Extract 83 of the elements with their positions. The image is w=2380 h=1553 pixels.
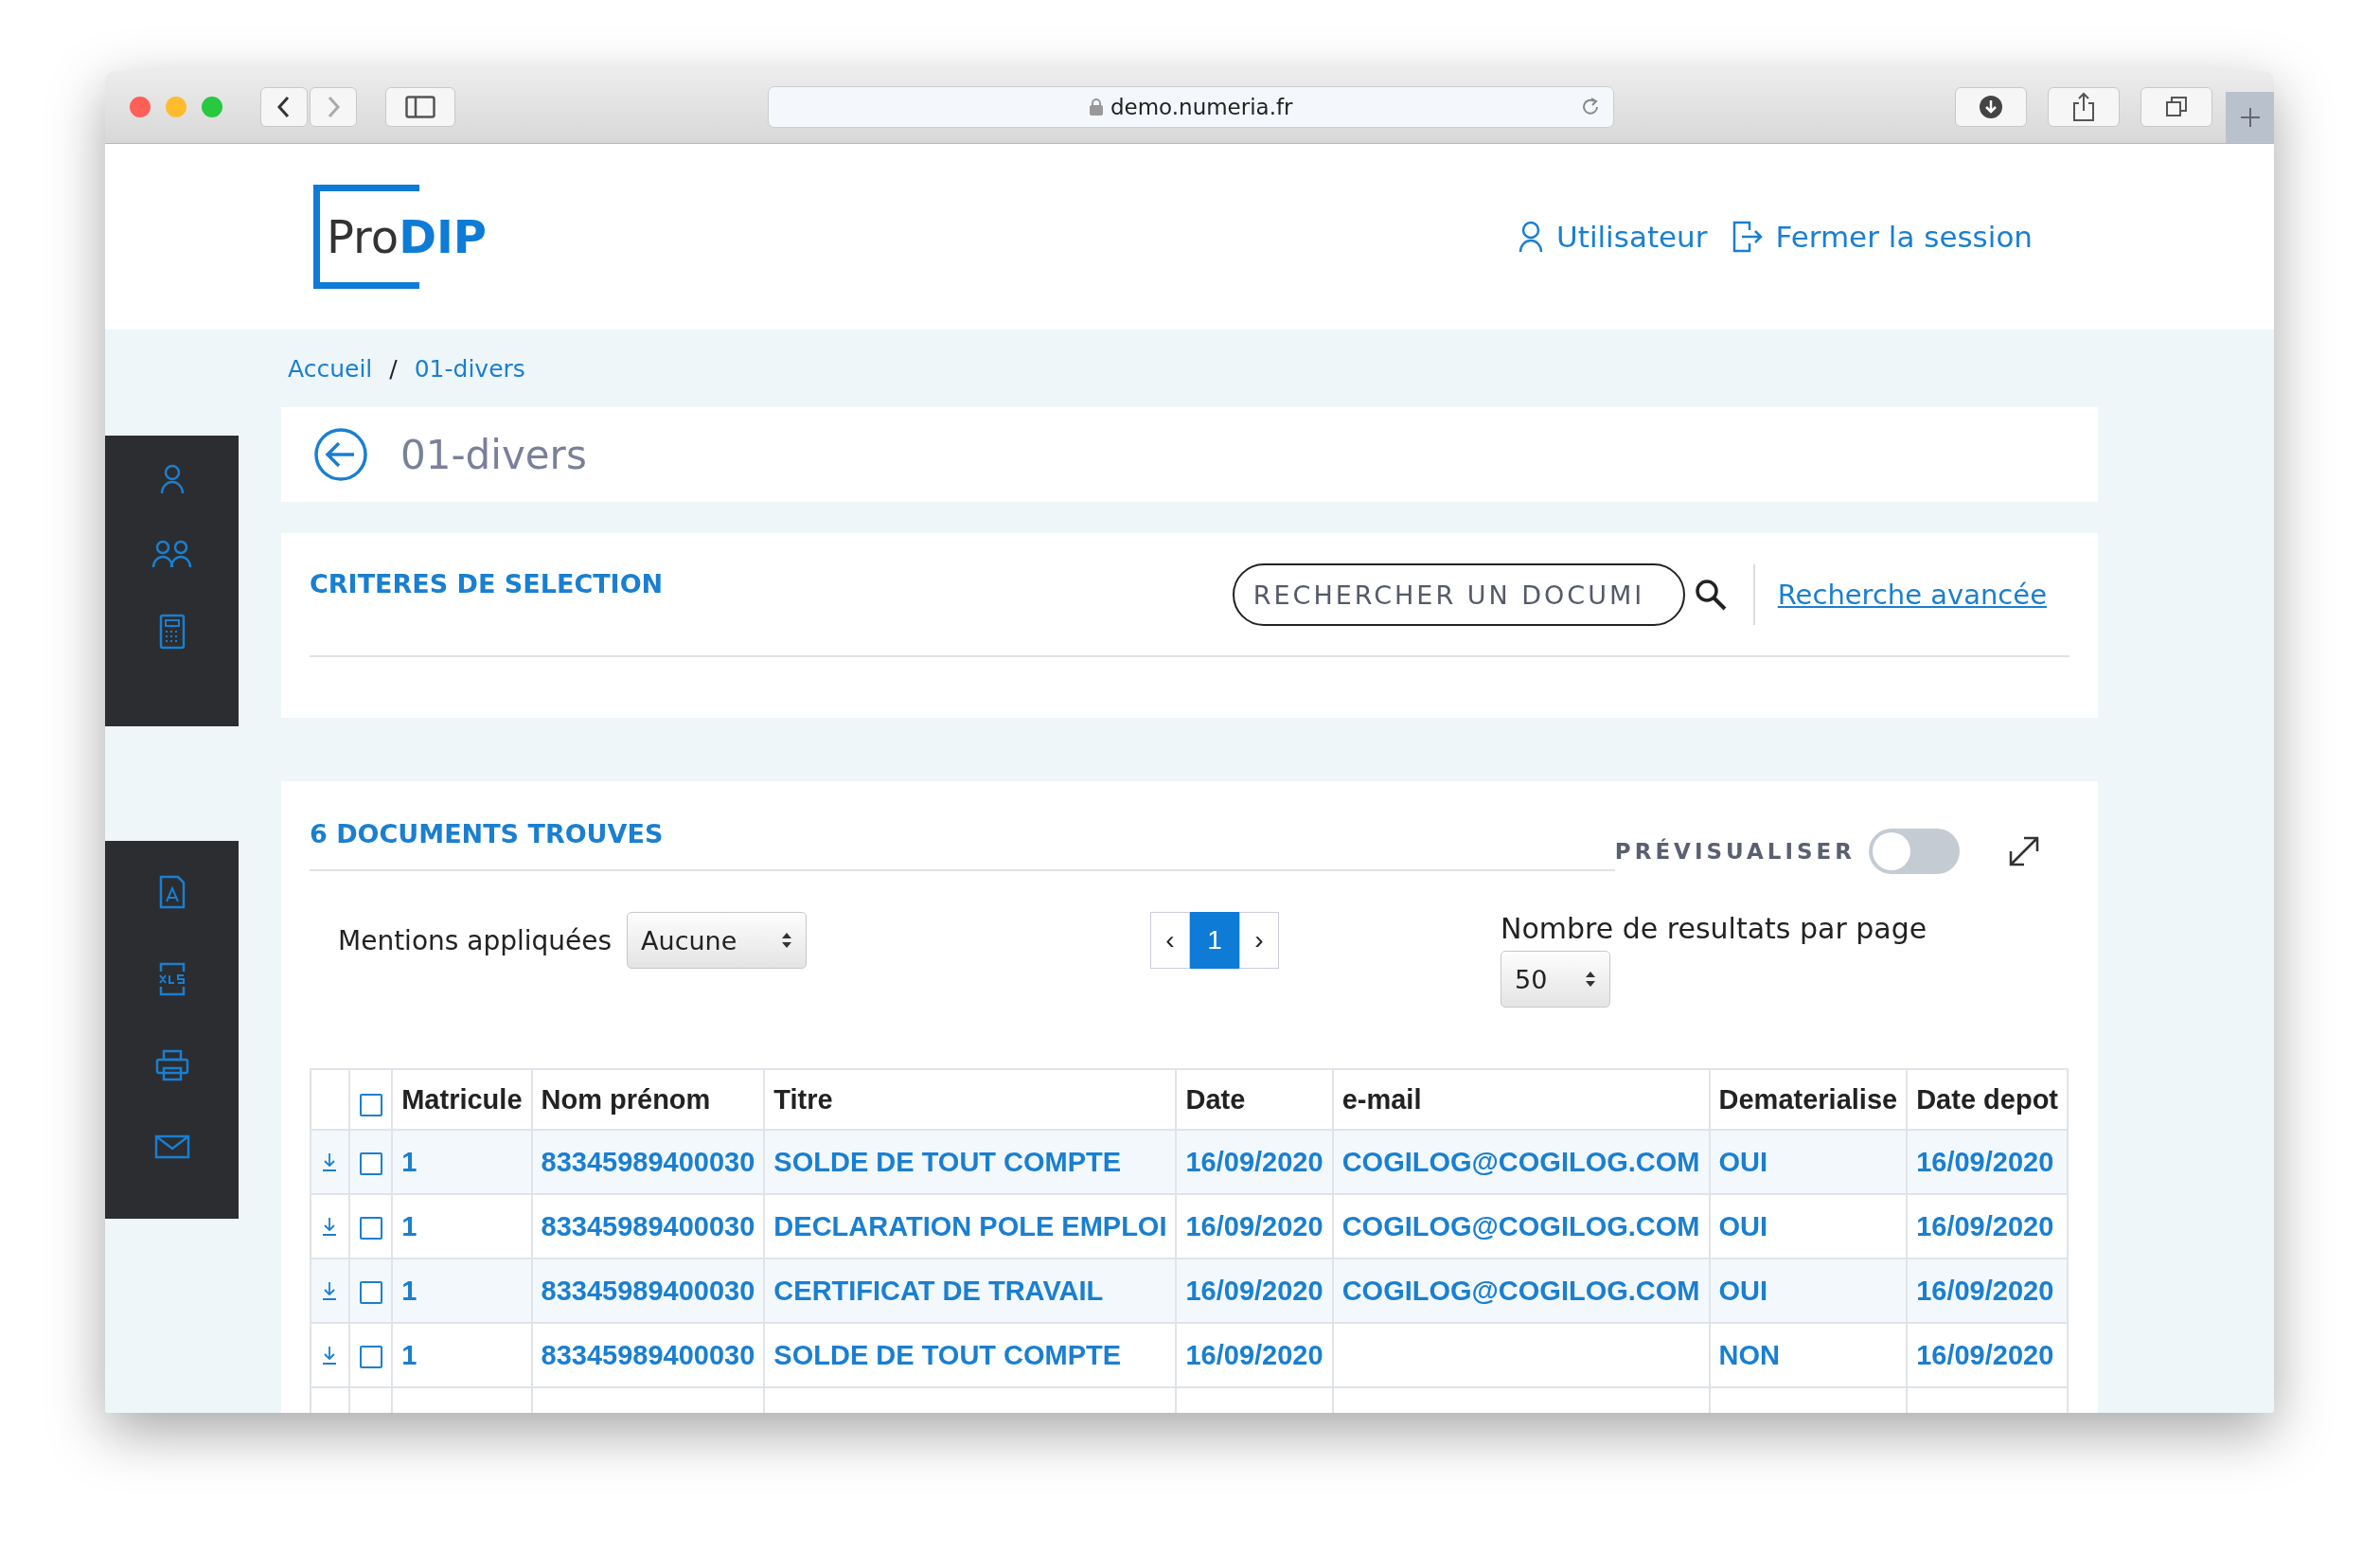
table-cell: 83345989400030 [541,1275,755,1306]
share-icon [2071,92,2097,122]
sidebar-icon [405,96,436,118]
search-icon[interactable] [1694,579,1727,611]
close-window-button[interactable] [130,97,151,117]
breadcrumb-separator: / [389,354,398,383]
breadcrumb-link[interactable]: 01-divers [414,354,525,383]
row-checkbox[interactable] [359,1151,382,1175]
table-cell: OUI [1718,1210,1768,1241]
expand-icon[interactable] [2007,834,2041,868]
tabs-button[interactable] [2140,87,2213,127]
select-all-checkbox[interactable] [359,1093,382,1116]
table-cell: COGILOG@COGILOG.COM [1341,1275,1700,1306]
user-icon [1519,221,1544,253]
url-text: demo.numeria.fr [1110,95,1293,119]
sidebar-toggle-button[interactable] [385,87,456,127]
mentions-label: Mentions appliquées [338,924,613,956]
results-per-page-label: Nombre de resultats par page [1501,912,1927,945]
table-cell: OUI [1718,1146,1768,1177]
envelope-icon[interactable] [153,1134,190,1159]
page-button[interactable]: 1 [1190,912,1239,969]
download-icon [1978,94,2005,120]
download-icon[interactable] [322,1216,338,1236]
table-cell: SOLDE DE TOUT COMPTE [773,1339,1122,1370]
table-cell: 16/09/2020 [1916,1146,2054,1177]
table-cell: CERTIFICAT DE TRAVAIL [773,1275,1104,1306]
calculator-icon[interactable] [158,614,186,650]
lock-icon [1089,98,1103,116]
column-header: e-mail [1332,1069,1710,1130]
back-button[interactable] [260,87,308,127]
table-cell: NON [1718,1339,1780,1370]
table-cell: 83345989400030 [541,1210,755,1241]
search-field[interactable]: RECHERCHER UN DOCUMI [1232,563,1685,626]
table-cell: 1 [401,1339,417,1370]
plus-icon [2238,106,2262,129]
next-page-button[interactable]: › [1239,912,1279,969]
table-cell: 1 [401,1210,417,1241]
column-header: Titre [764,1069,1177,1130]
advanced-search-link[interactable]: Recherche avancée [1777,579,2047,611]
section-title: CRITERES DE SELECTION [310,569,664,598]
preview-label: PRÉVISUALISER [1614,839,1856,864]
table-cell: 16/09/2020 [1185,1339,1323,1370]
users-icon[interactable] [151,540,193,568]
table-cell: 1 [401,1275,417,1306]
page-title: 01-divers [400,431,587,478]
table-cell: 16/09/2020 [1916,1210,2054,1241]
table-cell: COGILOG@COGILOG.COM [1341,1210,1700,1241]
preview-toggle[interactable] [1869,829,1960,874]
logout-icon [1732,221,1763,253]
tabs-icon [2164,95,2190,119]
printer-icon[interactable] [154,1049,189,1081]
table-cell: 83345989400030 [541,1339,755,1370]
user-icon[interactable] [159,464,185,494]
download-icon[interactable] [322,1280,338,1300]
table-cell: 16/09/2020 [1185,1275,1323,1306]
logout-link[interactable]: Fermer la session [1732,220,2033,254]
section-title: 6 DOCUMENTS TROUVES [310,819,665,848]
table-cell: 16/09/2020 [1185,1146,1323,1177]
row-checkbox[interactable] [359,1280,382,1304]
row-checkbox[interactable] [359,1345,382,1368]
row-checkbox[interactable] [359,1216,382,1240]
table-cell: DECLARATION POLE EMPLOI [773,1210,1167,1241]
table-cell: 83345989400030 [541,1146,755,1177]
table-cell: 16/09/2020 [1185,1210,1323,1241]
table-cell: SOLDE DE TOUT COMPTE [773,1146,1122,1177]
table-cell: OUI [1718,1275,1768,1306]
results-per-page-select[interactable]: 50 [1501,951,1610,1008]
address-bar[interactable]: demo.numeria.fr [768,86,1615,128]
download-icon[interactable] [322,1151,338,1171]
table-cell: 1 [401,1146,417,1177]
mentions-select[interactable]: Aucune [627,912,808,969]
download-icon[interactable] [322,1345,338,1365]
user-link[interactable]: Utilisateur [1519,220,1708,254]
downloads-button[interactable] [1955,87,2028,127]
table-cell: 16/09/2020 [1916,1339,2054,1370]
previous-page-button[interactable]: ‹ [1150,912,1190,969]
share-button[interactable] [2048,87,2121,127]
table-cell: COGILOG@COGILOG.COM [1341,1146,1700,1177]
new-tab-button[interactable] [2226,92,2274,143]
pdf-file-icon[interactable] [158,875,186,909]
breadcrumb-link[interactable]: Accueil [288,354,373,383]
table-cell: 16/09/2020 [1916,1275,2054,1306]
spreadsheet-file-icon[interactable] [156,962,187,996]
